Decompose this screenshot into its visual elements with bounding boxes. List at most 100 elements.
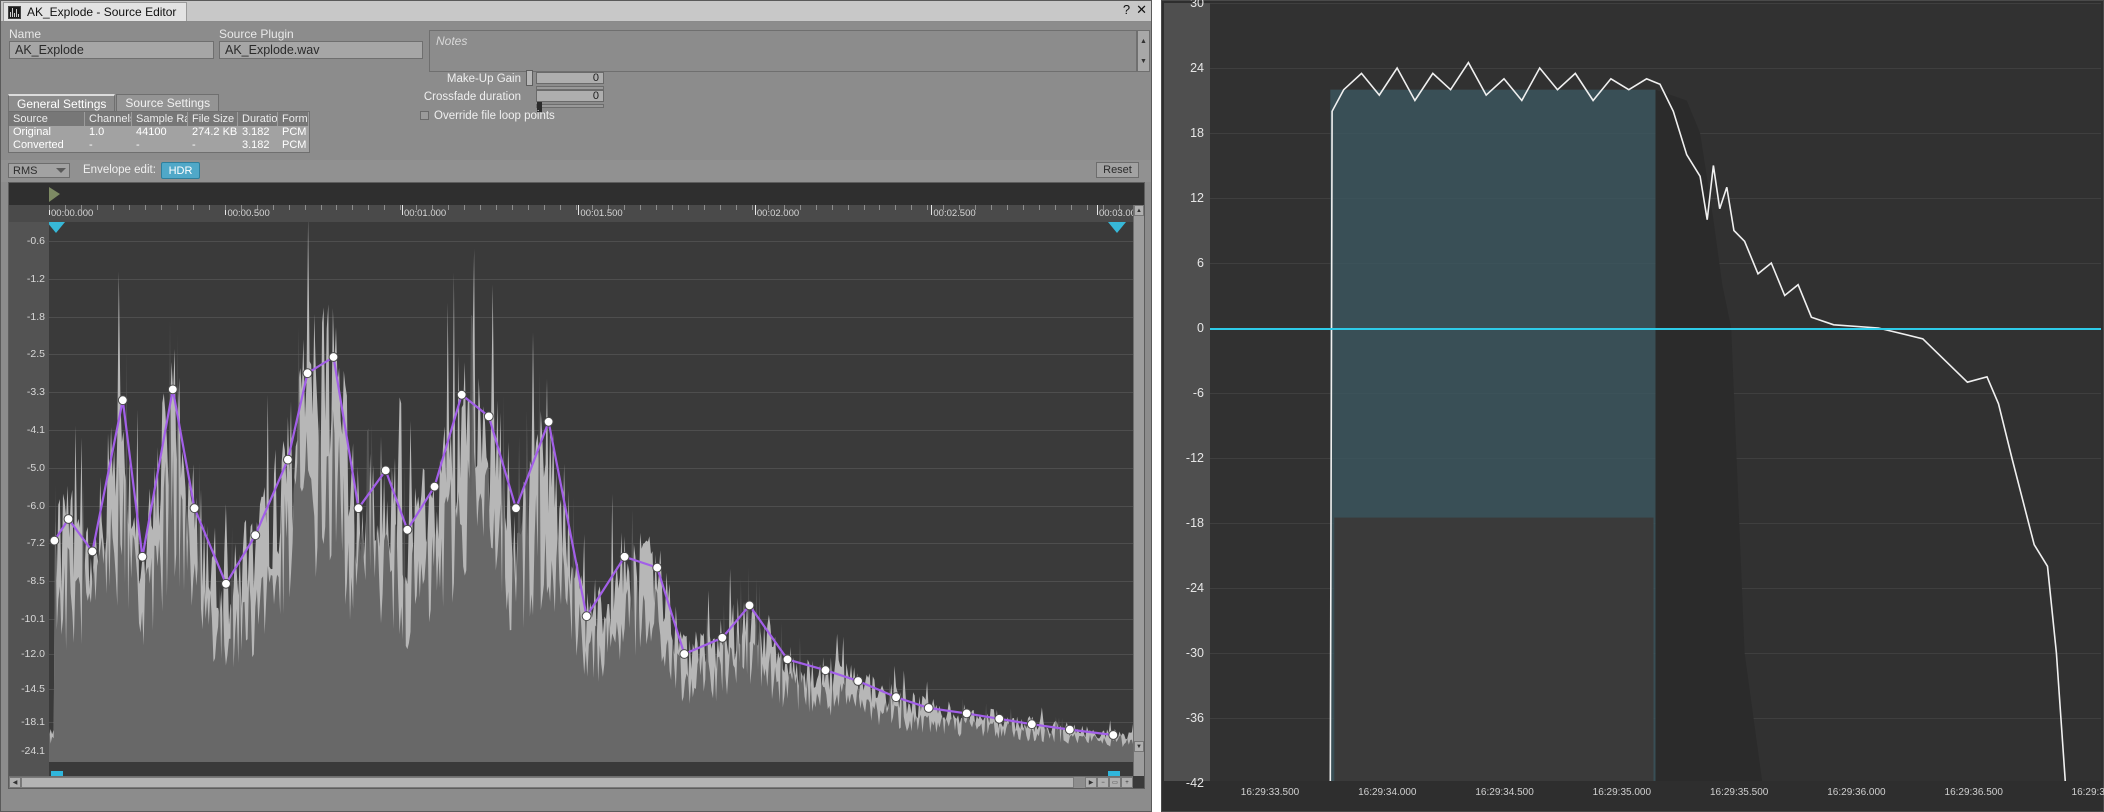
envelope-handle[interactable]	[783, 655, 792, 664]
envelope-handle[interactable]	[892, 693, 901, 702]
loop-start-flag-icon[interactable]	[49, 183, 89, 205]
spinner-up-icon[interactable]: ▲	[1138, 31, 1149, 51]
timeline-ruler[interactable]: 00:00.00000:00.50000:01.00000:01.50000:0…	[9, 205, 1144, 222]
envelope-handle[interactable]	[512, 504, 521, 513]
makeup-gain-label: Make-Up Gain	[416, 73, 521, 85]
cell-sample-rate: 44100	[132, 126, 188, 139]
hdr-meter-panel[interactable]: 3024181260-6-12-18-24-30-36-42 16:29:33.…	[1161, 0, 2104, 812]
source-plugin-input[interactable]: AK_Explode.wav	[219, 41, 423, 59]
col-file-size: File Size	[188, 112, 238, 126]
cell-channels: 1.0	[85, 126, 132, 139]
zoom-in-icon[interactable]: +	[1121, 777, 1133, 788]
cell-duration: 3.182	[238, 139, 278, 152]
ruler-tick-minor	[97, 205, 98, 210]
envelope-handle[interactable]	[620, 552, 629, 561]
crossfade-duration-input[interactable]: 0	[536, 90, 604, 102]
meter-x-label: 16:29:37	[2072, 787, 2104, 798]
meter-plot[interactable]	[1210, 3, 2101, 781]
horizontal-scrollbar[interactable]: ◀ ▶ − ▭ +	[9, 776, 1133, 788]
envelope-handle[interactable]	[1027, 720, 1036, 729]
envelope-handle[interactable]	[138, 552, 147, 561]
meter-y-label: -42	[1186, 776, 1204, 790]
scroll-left-icon[interactable]: ◀	[9, 777, 21, 788]
envelope-handle[interactable]	[680, 650, 689, 659]
waveform-editor[interactable]: 00:00.00000:00.50000:01.00000:01.50000:0…	[8, 182, 1145, 789]
meter-y-label: -36	[1186, 711, 1204, 725]
scroll-right-icon[interactable]: ▶	[1085, 777, 1097, 788]
source-editor-window: AK_Explode - Source Editor ? ✕ Name AK_E…	[0, 0, 1152, 812]
ruler-tick-minor	[1039, 205, 1040, 210]
envelope-handle[interactable]	[1109, 731, 1118, 740]
chevron-down-icon	[56, 168, 66, 173]
ruler-tick-major	[578, 205, 579, 215]
envelope-handle[interactable]	[88, 547, 97, 556]
scroll-up-icon[interactable]: ▲	[1134, 205, 1144, 216]
envelope-handle[interactable]	[544, 417, 553, 426]
envelope-handle[interactable]	[962, 709, 971, 718]
db-label: -2.5	[27, 348, 45, 360]
envelope-handle[interactable]	[430, 482, 439, 491]
envelope-handle[interactable]	[718, 633, 727, 642]
table-row[interactable]: Converted - - - 3.182 PCM	[9, 139, 309, 152]
meter-x-label: 16:29:33.500	[1241, 787, 1299, 798]
envelope-handle[interactable]	[381, 466, 390, 475]
notes-field[interactable]: Notes	[429, 30, 1137, 72]
tab-source-settings[interactable]: Source Settings	[116, 94, 219, 111]
hscroll-track[interactable]	[21, 777, 1085, 788]
envelope-handle[interactable]	[403, 525, 412, 534]
db-label: -18.1	[21, 716, 45, 728]
envelope-handle[interactable]	[457, 390, 466, 399]
hdr-toggle-button[interactable]: HDR	[161, 162, 200, 179]
crossfade-duration-slider[interactable]	[536, 104, 604, 108]
envelope-handle[interactable]	[924, 704, 933, 713]
envelope-handle[interactable]	[582, 612, 591, 621]
scroll-down-icon[interactable]: ▼	[1134, 741, 1144, 752]
window-title-tab[interactable]: AK_Explode - Source Editor	[3, 2, 187, 21]
table-row[interactable]: Original 1.0 44100 274.2 KB 3.182 PCM	[9, 126, 309, 139]
envelope-handle[interactable]	[118, 396, 127, 405]
envelope-handle[interactable]	[329, 353, 338, 362]
envelope-handle[interactable]	[354, 504, 363, 513]
envelope-handle[interactable]	[303, 369, 312, 378]
meter-y-label: -24	[1186, 581, 1204, 595]
name-input[interactable]: AK_Explode	[9, 41, 214, 59]
tab-general-settings[interactable]: General Settings	[8, 94, 115, 111]
waveform-plot[interactable]	[49, 222, 1144, 788]
spinner-down-icon[interactable]: ▼	[1138, 51, 1149, 71]
envelope-handle[interactable]	[1065, 725, 1074, 734]
envelope-handle[interactable]	[168, 385, 177, 394]
time-label: 00:02.500	[933, 208, 975, 219]
close-icon[interactable]: ✕	[1136, 3, 1147, 17]
envelope-mode-select[interactable]: RMS	[8, 163, 70, 178]
envelope-handle[interactable]	[251, 531, 260, 540]
meter-x-label: 16:29:34.500	[1475, 787, 1533, 798]
db-label: -1.8	[27, 311, 45, 323]
envelope-handle[interactable]	[854, 677, 863, 686]
envelope-handle[interactable]	[653, 563, 662, 572]
zoom-fit-icon[interactable]: ▭	[1109, 777, 1121, 788]
help-button[interactable]: ?	[1123, 3, 1130, 17]
notes-spinner[interactable]: ▲ ▼	[1137, 30, 1150, 72]
hscroll-thumb[interactable]	[21, 777, 1074, 788]
makeup-gain-input[interactable]: 0	[536, 72, 604, 84]
zoom-out-icon[interactable]: −	[1097, 777, 1109, 788]
meter-y-label: 30	[1190, 0, 1204, 10]
envelope-handle[interactable]	[821, 666, 830, 675]
override-loop-checkbox[interactable]	[420, 111, 429, 120]
envelope-handle[interactable]	[745, 601, 754, 610]
envelope-handle[interactable]	[995, 714, 1004, 723]
reset-button[interactable]: Reset	[1096, 162, 1139, 178]
envelope-handle[interactable]	[284, 455, 293, 464]
vscroll-bottom-group[interactable]: ▼	[1134, 741, 1144, 752]
ruler-tick-minor	[496, 205, 497, 210]
hdr-envelope-curve[interactable]	[49, 222, 1135, 762]
envelope-handle[interactable]	[484, 412, 493, 421]
envelope-handle[interactable]	[222, 579, 231, 588]
envelope-handle[interactable]	[190, 504, 199, 513]
envelope-handle[interactable]	[50, 536, 59, 545]
makeup-gain-knob[interactable]	[526, 70, 533, 86]
envelope-handle[interactable]	[64, 515, 73, 524]
meter-y-label: -18	[1186, 516, 1204, 530]
vertical-scrollbar[interactable]: ▲ ▼	[1133, 205, 1144, 776]
ruler-tick-major	[755, 205, 756, 215]
